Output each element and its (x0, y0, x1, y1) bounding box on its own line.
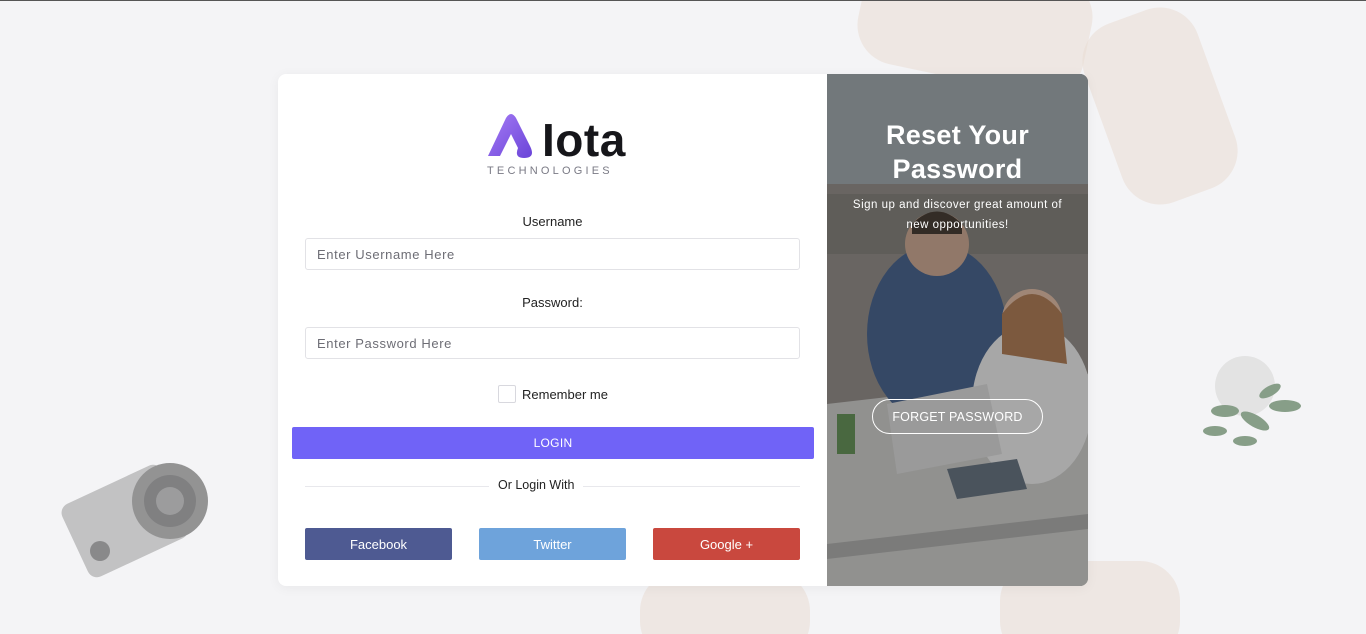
reset-description: Sign up and discover great amount of new… (852, 199, 1063, 231)
camera-image (61, 463, 208, 578)
brand-tagline: TECHNOLOGIES (487, 165, 613, 177)
iota-logo-icon (488, 114, 532, 158)
facebook-button[interactable]: Facebook (305, 528, 452, 560)
brand-name: Iota (542, 114, 626, 166)
plant-image (1203, 356, 1301, 446)
password-label: Password: (522, 295, 583, 310)
google-button[interactable]: Google + (653, 528, 800, 560)
or-login-with-text: Or Login With (489, 478, 584, 492)
forget-password-button[interactable]: FORGET PASSWORD (872, 399, 1043, 434)
login-panel: Iota TECHNOLOGIES Username Password: Rem… (278, 74, 827, 586)
username-label: Username (522, 214, 583, 229)
login-button[interactable]: LOGIN (292, 427, 814, 459)
remember-me[interactable]: Remember me (498, 385, 608, 403)
twitter-button[interactable]: Twitter (479, 528, 626, 560)
reset-password-panel: Reset Your Password Sign up and discover… (827, 74, 1088, 586)
username-input[interactable] (305, 238, 800, 270)
remember-label: Remember me (522, 386, 608, 402)
remember-checkbox[interactable] (498, 385, 516, 403)
background-hand (1071, 1, 1249, 216)
password-input[interactable] (305, 327, 800, 359)
login-card: Iota TECHNOLOGIES Username Password: Rem… (278, 74, 1088, 586)
reset-title: Reset Your Password (885, 120, 1030, 184)
